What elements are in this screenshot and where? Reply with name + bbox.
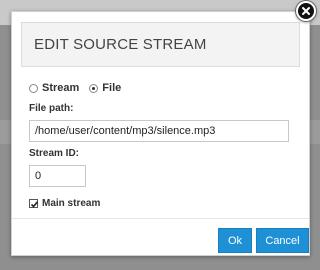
file-radio[interactable] [89,83,99,93]
ok-button[interactable]: Ok [218,228,252,253]
main-stream-label: Main stream [42,198,101,209]
close-icon [302,7,310,15]
close-button[interactable] [296,1,316,21]
edit-source-stream-dialog: EDIT SOURCE STREAM Stream File File path… [11,11,310,256]
main-stream-checkbox[interactable] [29,199,39,208]
dialog-title: EDIT SOURCE STREAM [34,36,207,53]
stream-radio[interactable] [29,83,38,93]
file-path-input[interactable]: /home/user/content/mp3/silence.mp3 [29,120,289,142]
stream-id-input[interactable]: 0 [29,165,86,187]
dialog-header: EDIT SOURCE STREAM [21,22,300,67]
checkmark-icon [30,201,39,208]
file-radio-label: File [102,82,122,94]
cancel-button[interactable]: Cancel [256,228,309,253]
main-stream-option[interactable]: Main stream [29,198,100,209]
stream-id-label: Stream ID: [29,148,80,159]
file-path-label: File path: [29,103,74,114]
radio-option-stream[interactable]: Stream [29,82,79,94]
stream-radio-label: Stream [42,82,80,94]
footer-divider [12,218,309,219]
source-type-radio-group: Stream File [29,82,131,94]
radio-option-file[interactable]: File [89,82,121,94]
